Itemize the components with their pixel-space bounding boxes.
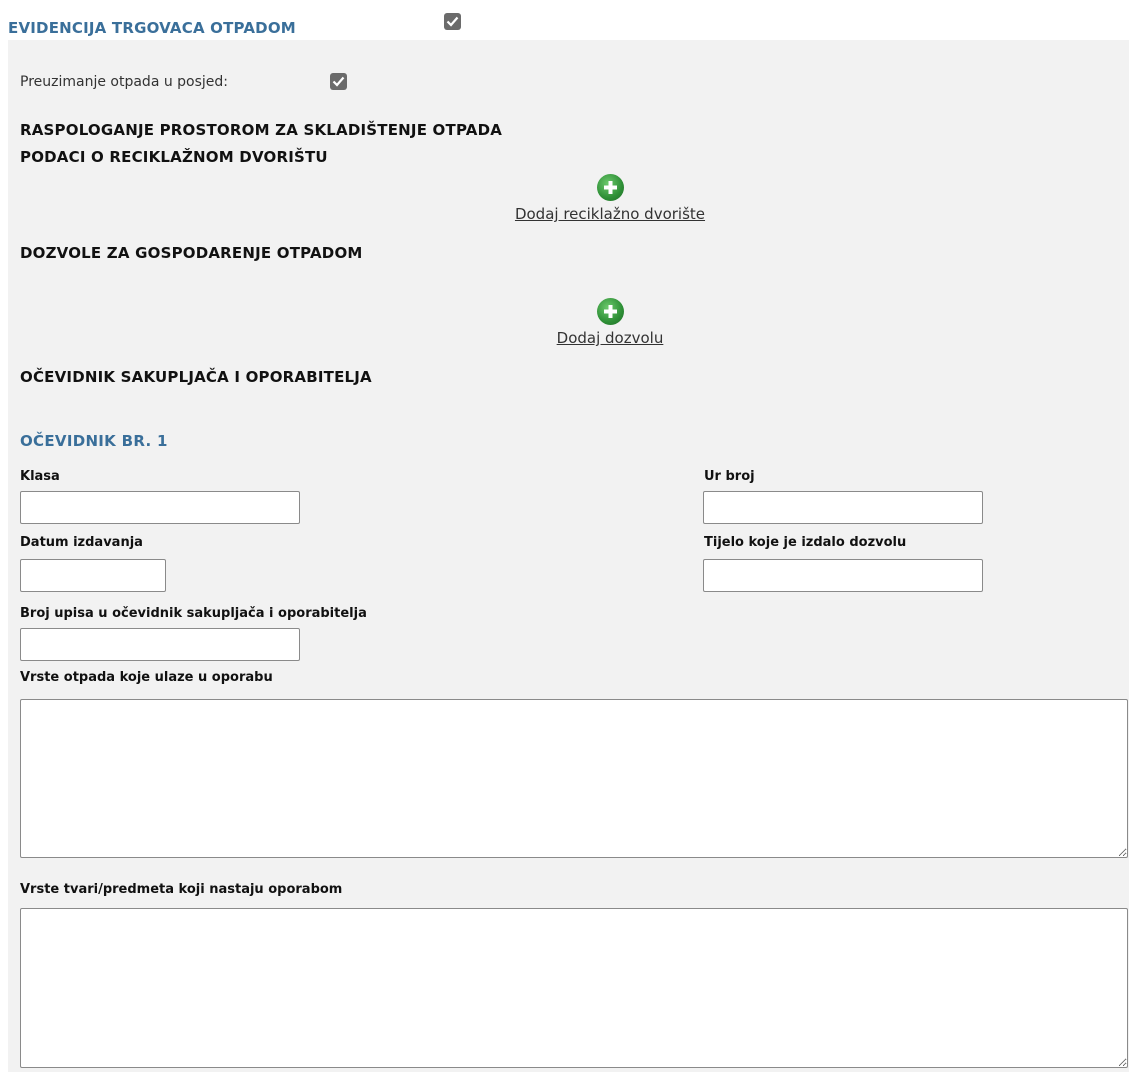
vrste-tvari-textarea[interactable] [20, 908, 1128, 1068]
vrste-tvari-label: Vrste tvari/predmeta koji nastaju oporab… [20, 882, 343, 897]
klasa-label: Klasa [20, 469, 60, 484]
checkmark-icon [446, 16, 459, 27]
tijelo-label: Tijelo koje je izdalo dozvolu [704, 535, 907, 550]
section-reciklazno: PODACI O RECIKLAŽNOM DVORIŠTU [20, 148, 328, 166]
form-panel: Preuzimanje otpada u posjed: RASPOLOGANJ… [8, 40, 1129, 1072]
ocevidnik-1-title: OČEVIDNIK BR. 1 [20, 432, 168, 450]
checkmark-icon [332, 76, 345, 87]
ur-broj-input[interactable] [703, 491, 983, 524]
section-dozvole: DOZVOLE ZA GOSPODARENJE OTPADOM [20, 244, 363, 262]
datum-izdavanja-input[interactable] [20, 559, 166, 592]
datum-izdavanja-label: Datum izdavanja [20, 535, 143, 550]
evidencija-checkbox[interactable] [444, 13, 461, 30]
plus-icon [603, 305, 617, 318]
add-dozvola-link[interactable]: Dodaj dozvolu [557, 329, 664, 347]
preuzimanje-checkbox[interactable] [330, 73, 347, 90]
tijelo-input[interactable] [703, 559, 983, 592]
plus-icon [603, 181, 617, 194]
vrste-otpada-label: Vrste otpada koje ulaze u oporabu [20, 670, 273, 685]
page-title: EVIDENCIJA TRGOVACA OTPADOM [8, 19, 296, 37]
klasa-input[interactable] [20, 491, 300, 524]
broj-upisa-input[interactable] [20, 628, 300, 661]
add-dozvola-block: Dodaj dozvolu [510, 298, 710, 347]
add-reciklazno-block: Dodaj reciklažno dvorište [480, 174, 740, 223]
broj-upisa-label: Broj upisa u očevidnik sakupljača i opor… [20, 606, 367, 621]
vrste-otpada-textarea[interactable] [20, 699, 1128, 858]
section-raspolaganje: RASPOLOGANJE PROSTOROM ZA SKLADIŠTENJE O… [20, 121, 503, 139]
ur-broj-label: Ur broj [704, 469, 755, 484]
section-ocevidnik: OČEVIDNIK SAKUPLJAČA I OPORABITELJA [20, 368, 372, 386]
preuzimanje-label: Preuzimanje otpada u posjed: [20, 74, 229, 90]
add-dozvola-icon[interactable] [596, 298, 624, 325]
add-reciklazno-link[interactable]: Dodaj reciklažno dvorište [515, 205, 705, 223]
add-reciklazno-icon[interactable] [596, 174, 624, 201]
